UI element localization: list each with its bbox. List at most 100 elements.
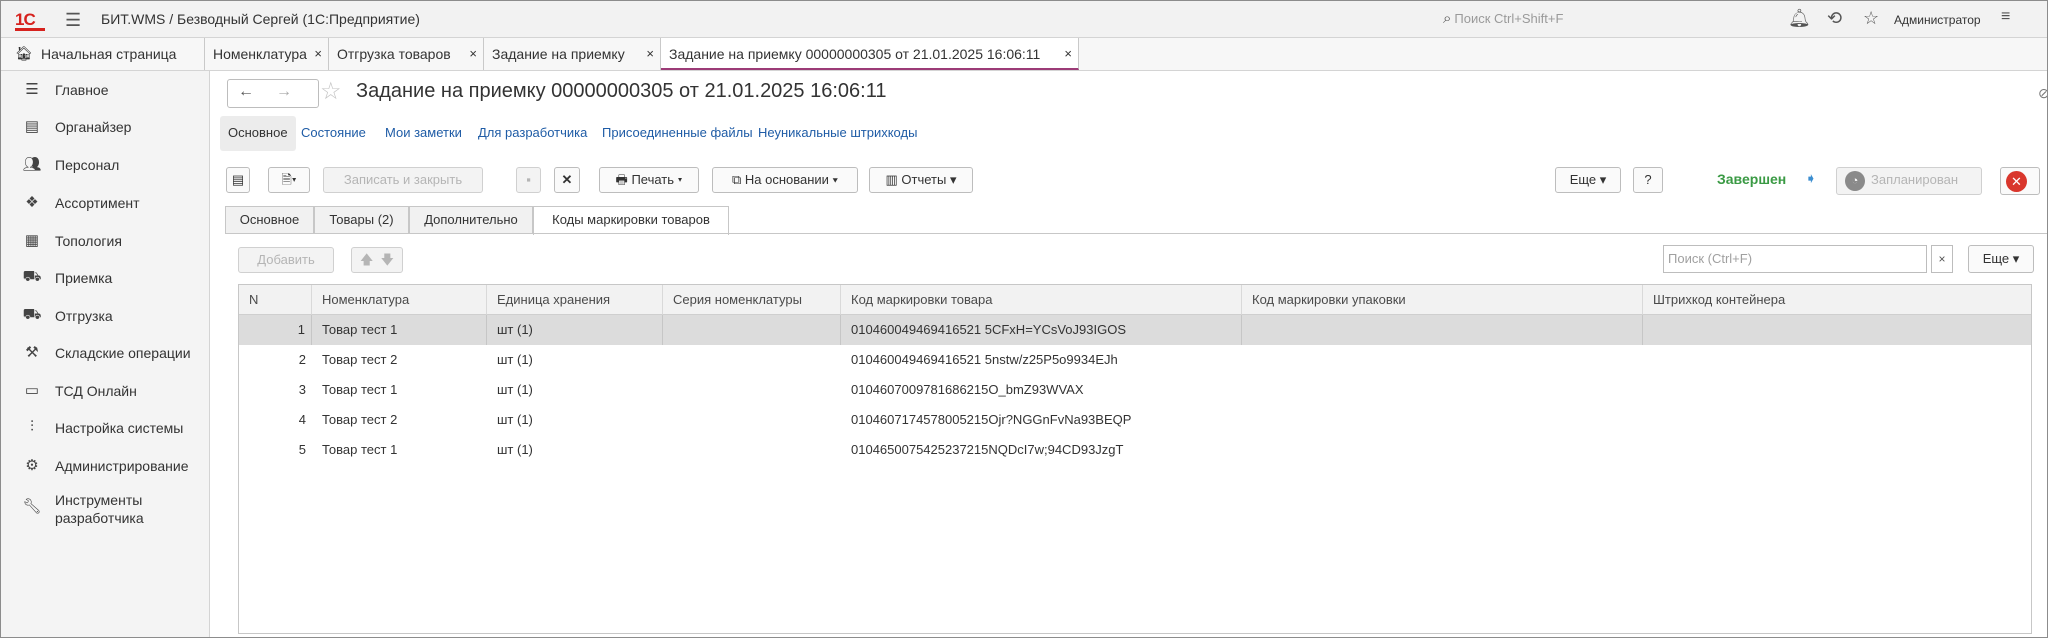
sidebar-item-administration[interactable]: ⚙ Администрирование <box>1 452 209 482</box>
report-icon: ▥ <box>885 172 902 187</box>
gear-icon: ⚙ <box>25 457 39 474</box>
cell-n: 1 <box>239 315 312 345</box>
table-more-label: Еще <box>1982 251 2010 266</box>
close-icon[interactable]: × <box>1064 38 1072 70</box>
sidebar-item-assortment[interactable]: ❖ Ассортимент <box>1 189 209 219</box>
back-arrow-icon[interactable]: ← <box>238 83 254 101</box>
sidebar-item-label: Топология <box>55 233 122 249</box>
sidebar-item-tsd-online[interactable]: ▭ ТСД Онлайн <box>1 377 209 407</box>
more-button[interactable]: Еще ▾ <box>1555 167 1621 193</box>
add-button[interactable]: Добавить <box>238 247 334 273</box>
cell-pack-code <box>1242 345 1643 375</box>
print-label: Печать <box>631 172 675 187</box>
table-row[interactable]: 4 Товар тест 2 шт (1) 010460717457800521… <box>239 405 2031 435</box>
tab-shipment[interactable]: Отгрузка товаров × <box>329 38 484 70</box>
clear-search-button[interactable]: × <box>1931 245 1953 273</box>
tab-receiving-task-305[interactable]: Задание на приемку 00000000305 от 21.01.… <box>661 38 1079 70</box>
column-header-series[interactable]: Серия номенклатуры <box>663 285 841 315</box>
arrow-down-icon[interactable]: 🡇 <box>381 252 394 267</box>
cell-n: 4 <box>298 412 306 427</box>
table-row[interactable]: 2 Товар тест 2 шт (1) 010460049469416521… <box>239 345 2031 375</box>
column-header-n[interactable]: N <box>239 285 312 315</box>
planned-button[interactable]: ◔ Запланирован <box>1836 167 1982 195</box>
cell-nomenclature: Товар тест 1 <box>322 442 398 457</box>
status-completed: Завершен <box>1717 171 1787 187</box>
cell-series <box>663 375 841 405</box>
sidebar-item-label: Ассортимент <box>55 195 140 211</box>
history-icon[interactable]: ⟲ <box>1827 8 1842 29</box>
people-icon: 👥︎ <box>22 156 42 173</box>
column-header-storage-unit[interactable]: Единица хранения <box>487 285 663 315</box>
truck-in-icon: ⛟ <box>22 268 42 285</box>
cancel-status-button[interactable]: ✕ <box>2000 167 2040 195</box>
list-button[interactable]: ▤ <box>226 167 250 193</box>
save-button[interactable]: ▪ <box>516 167 541 193</box>
sidebar-item-warehouse-ops[interactable]: ⚒ Складские операции <box>1 339 209 369</box>
print-button[interactable]: 🖶︎ Печать ▾ <box>599 167 699 193</box>
table-row[interactable]: 5 Товар тест 1 шт (1) 010465007542523721… <box>239 435 2031 465</box>
close-icon[interactable]: × <box>646 38 654 70</box>
close-icon[interactable]: × <box>469 38 477 70</box>
table-row[interactable]: 3 Товар тест 1 шт (1) 010460700978168621… <box>239 375 2031 405</box>
close-icon[interactable]: × <box>314 38 322 70</box>
cell-series <box>663 315 841 345</box>
sidebar-item-label: Приемка <box>55 270 113 286</box>
section-link-main[interactable]: Основное <box>220 116 296 151</box>
sidebar-item-shipment[interactable]: ⛟ Отгрузка <box>1 302 209 332</box>
open-windows-bar: Начальная страница Номенклатура × Отгрузк… <box>1 38 2047 71</box>
column-header-container-barcode[interactable]: Штрихкод контейнера <box>1643 285 2031 315</box>
sidebar-item-organizer[interactable]: ▤ Органайзер <box>1 113 209 143</box>
column-header-item-code[interactable]: Код маркировки товара <box>841 285 1242 315</box>
section-link-nonunique-barcodes[interactable]: Неуникальные штрихкоды <box>758 116 917 151</box>
section-link-developer[interactable]: Для разработчика <box>478 116 587 151</box>
arrow-up-icon[interactable]: 🡅 <box>360 252 373 267</box>
cell-item-code: 010460049469416521 5nstw/z25P5o9934EJh <box>851 352 1118 367</box>
link-icon[interactable]: ⊘ <box>2038 85 2047 102</box>
inner-tab-additional[interactable]: Дополнительно <box>409 206 533 233</box>
move-buttons[interactable]: 🡅 🡇 <box>351 247 403 273</box>
global-search-placeholder: Поиск Ctrl+Shift+F <box>1454 11 1564 26</box>
tab-nomenclature[interactable]: Номенклатура × <box>205 38 329 70</box>
favorite-star-icon[interactable]: ☆ <box>320 77 342 106</box>
forward-arrow-icon[interactable]: → <box>276 83 292 101</box>
sidebar-item-system-settings[interactable]: ⫶ Настройка системы <box>1 414 209 444</box>
delete-button[interactable]: ✕ <box>554 167 580 193</box>
table-row[interactable]: 1 Товар тест 1 шт (1) 010460049469416521… <box>239 315 2031 345</box>
column-header-pack-code[interactable]: Код маркировки упаковки <box>1242 285 1643 315</box>
tab-receiving-list[interactable]: Задание на приемку × <box>484 38 661 70</box>
cell-nomenclature: Товар тест 2 <box>322 412 398 427</box>
app-window: 1С ☰ БИТ.WMS / Безводный Сергей (1С:Пред… <box>0 0 2048 638</box>
star-icon[interactable]: ☆ <box>1863 8 1879 29</box>
sidebar-item-personnel[interactable]: 👥︎ Персонал <box>1 151 209 181</box>
create-document-button[interactable]: 🗎▾ <box>268 167 310 193</box>
home-icon: 🏠︎ <box>15 45 33 61</box>
inner-tab-marking-codes[interactable]: Коды маркировки товаров <box>533 206 729 235</box>
sidebar-item-dev-tools[interactable]: 🔧︎ Инструменты разработчика <box>1 492 209 533</box>
notebook-icon: ▤ <box>24 118 40 135</box>
wrench-icon: 🔧︎ <box>22 498 42 515</box>
sidebar-item-topology[interactable]: ▦ Топология <box>1 227 209 257</box>
sidebar-item-main[interactable]: ☰ Главное <box>1 76 209 106</box>
reports-button[interactable]: ▥ Отчеты ▾ <box>869 167 973 193</box>
table-more-button[interactable]: Еще ▾ <box>1968 245 2034 273</box>
sidebar: ☰ Главное ▤ Органайзер 👥︎ Персонал ❖ Ассорти… <box>1 71 210 637</box>
section-link-notes[interactable]: Мои заметки <box>385 116 462 151</box>
section-link-attached-files[interactable]: Присоединенные файлы <box>602 116 753 151</box>
cell-pack-code <box>1242 435 1643 465</box>
user-name[interactable]: Администратор <box>1894 13 1981 27</box>
table-search-input[interactable]: Поиск (Ctrl+F) <box>1663 245 1927 273</box>
main-menu-icon[interactable]: ☰ <box>65 10 81 31</box>
inner-tab-main[interactable]: Основное <box>225 206 314 233</box>
bell-icon[interactable]: 🔔︎ <box>1788 8 1811 29</box>
based-on-label: На основании <box>744 172 829 187</box>
column-header-nomenclature[interactable]: Номенклатура <box>312 285 487 315</box>
help-button[interactable]: ? <box>1633 167 1663 193</box>
save-close-button[interactable]: Записать и закрыть <box>323 167 483 193</box>
global-search[interactable]: ⌕ Поиск Ctrl+Shift+F <box>1443 10 1563 27</box>
settings-menu-icon[interactable]: ≡ <box>2001 8 2010 26</box>
based-on-button[interactable]: ⧉ На основании ▾ <box>712 167 858 193</box>
sidebar-item-label: Инструменты разработчика <box>55 492 144 526</box>
inner-tab-goods[interactable]: Товары (2) <box>314 206 409 233</box>
section-link-state[interactable]: Состояние <box>301 116 366 151</box>
sidebar-item-receiving[interactable]: ⛟ Приемка <box>1 264 209 294</box>
